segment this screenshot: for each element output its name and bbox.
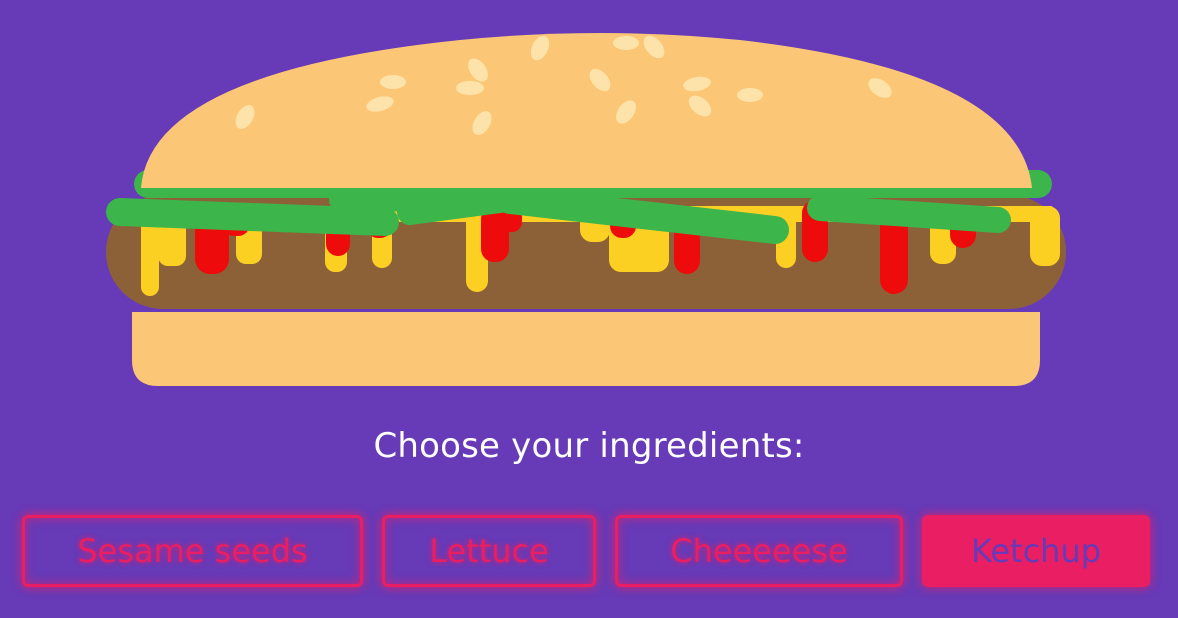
sesame-seeds-button[interactable]: Sesame seeds	[22, 515, 363, 587]
cheese-button[interactable]: Cheeeeese	[615, 515, 903, 587]
burger-illustration	[106, 33, 1066, 386]
lettuce-button[interactable]: Lettuce	[382, 515, 596, 587]
top-bun	[141, 33, 1032, 188]
ketchup-button[interactable]: Ketchup	[922, 515, 1150, 587]
bottom-bun	[132, 312, 1040, 386]
ingredients-prompt: Choose your ingredients:	[373, 426, 805, 466]
